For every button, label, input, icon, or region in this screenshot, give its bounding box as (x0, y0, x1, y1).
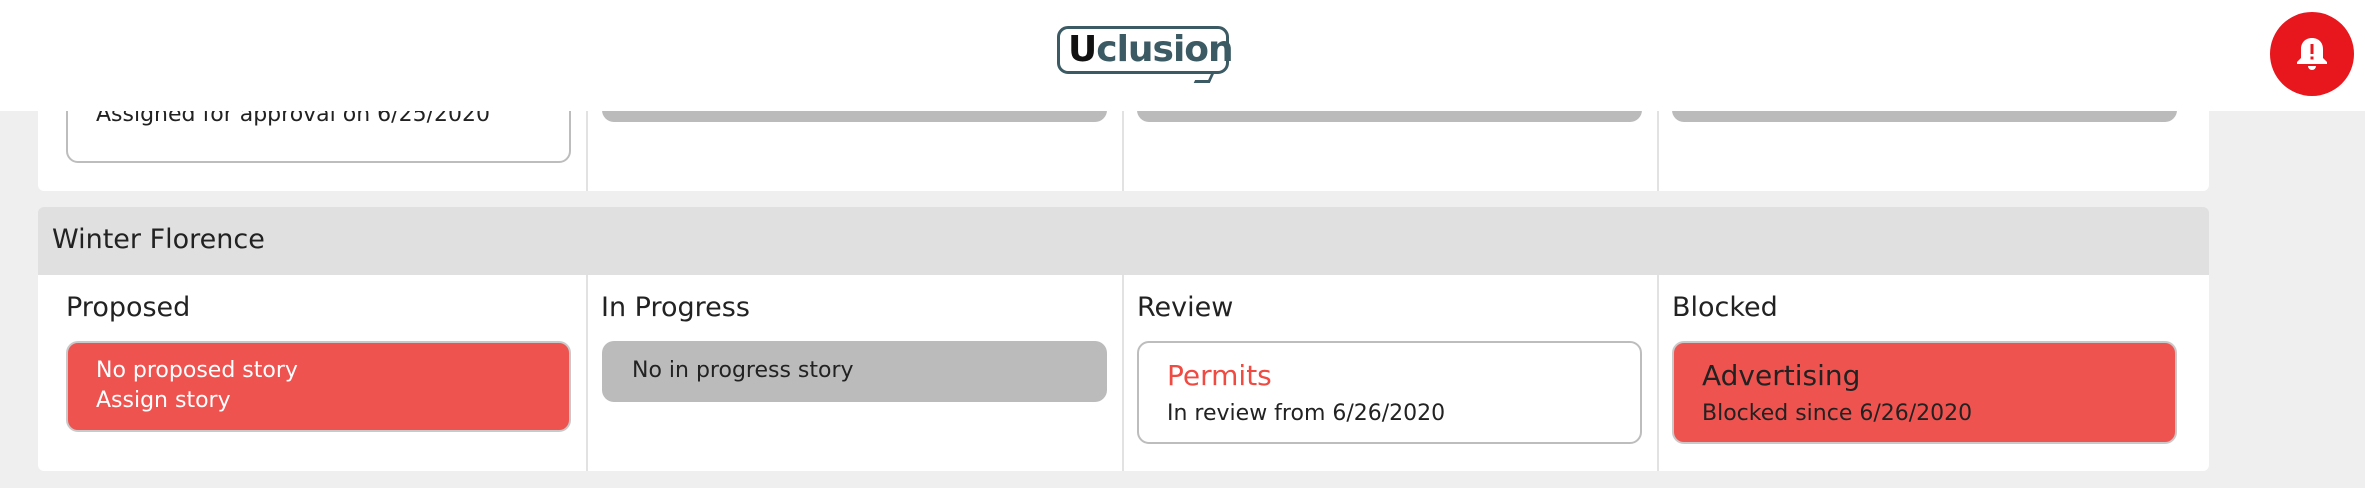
logo-first-letter: U (1068, 29, 1097, 70)
in-progress-empty-card: No in progress story (602, 341, 1107, 402)
story-title[interactable]: Advertising (1702, 359, 1860, 392)
no-proposed-story-text: No proposed story (96, 358, 298, 383)
column-divider (1122, 100, 1124, 191)
no-in-progress-story-text: No in progress story (632, 358, 854, 383)
column-divider (586, 275, 588, 471)
column-divider (1657, 100, 1659, 191)
bell-alert-icon (2297, 38, 2327, 70)
review-story-card[interactable]: Permits In review from 6/26/2020 (1137, 341, 1642, 444)
group-columns-panel: Proposed In Progress Review Blocked No p… (38, 275, 2209, 471)
column-title-proposed: Proposed (66, 292, 191, 323)
proposed-warning-card: No proposed story Assign story (66, 341, 571, 432)
column-title-in-progress: In Progress (601, 292, 750, 323)
column-title-review: Review (1137, 292, 1234, 323)
logo-box: Uclusion (1057, 26, 1234, 74)
logo-text: Uclusion (1068, 29, 1234, 70)
column-divider (1122, 275, 1124, 471)
assign-story-link[interactable]: Assign story (96, 388, 231, 413)
notifications-button[interactable] (2270, 12, 2354, 96)
logo-rest: clusion (1096, 29, 1233, 70)
group-name: Winter Florence (52, 224, 265, 255)
blocked-status-text: Blocked since 6/26/2020 (1702, 401, 1973, 426)
app-header: Uclusion (0, 0, 2365, 111)
review-status-text: In review from 6/26/2020 (1167, 401, 1446, 426)
uclusion-logo[interactable]: Uclusion (1057, 26, 1234, 83)
group-header[interactable]: Winter Florence (38, 207, 2209, 275)
previous-group-panel: Assigned for approval on 6/25/2020 (38, 80, 2209, 191)
story-title-link[interactable]: Permits (1167, 359, 1272, 392)
column-divider (1657, 275, 1659, 471)
blocked-story-card[interactable]: Advertising Blocked since 6/26/2020 (1672, 341, 2177, 444)
column-title-blocked: Blocked (1672, 292, 1778, 323)
column-divider (586, 100, 588, 191)
